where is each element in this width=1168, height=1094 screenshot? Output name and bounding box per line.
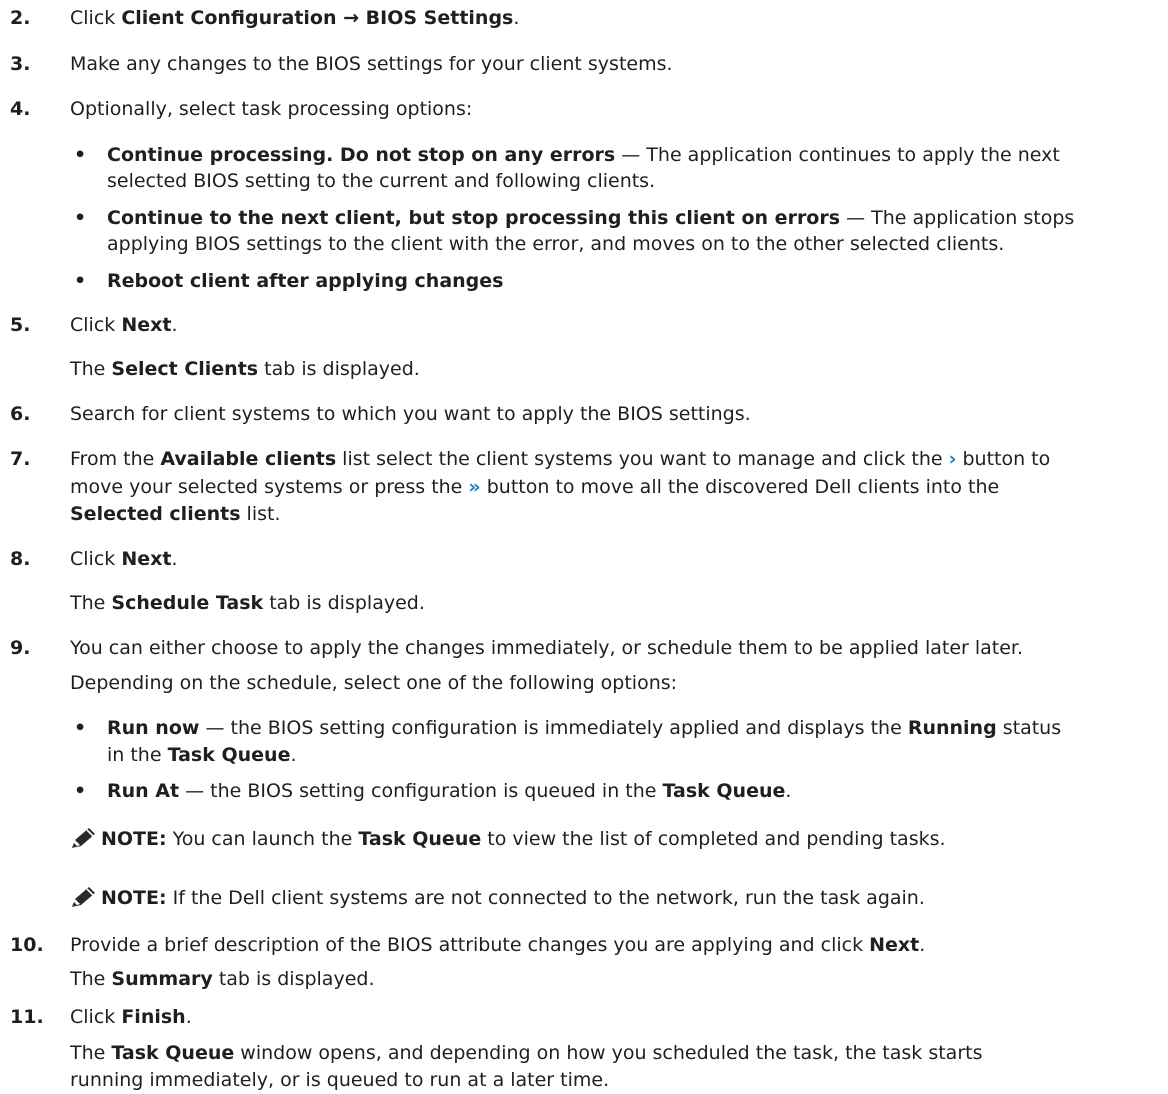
note-pencil-icon xyxy=(72,828,95,848)
step-text: Search for client systems to which you w… xyxy=(70,403,751,425)
step-number: 7. xyxy=(10,448,31,470)
bullet-icon: • xyxy=(74,780,87,802)
step-text: You can either choose to apply the chang… xyxy=(70,637,1024,659)
note-label: NOTE: xyxy=(101,887,167,909)
bullet-icon: • xyxy=(74,207,87,229)
step-number: 8. xyxy=(10,548,31,570)
document-page: 2. Click Client Configuration → BIOS Set… xyxy=(10,7,1075,1091)
step-number: 10. xyxy=(10,934,44,956)
step-number: 11. xyxy=(10,1006,44,1028)
step-text: Make any changes to the BIOS settings fo… xyxy=(70,53,673,75)
note-pencil-icon xyxy=(72,887,95,907)
bullet-icon: • xyxy=(74,270,87,292)
step-number: 9. xyxy=(10,637,31,659)
bullet-icon: • xyxy=(74,144,87,166)
double-chevron-right-icon: » xyxy=(468,476,481,498)
bullet-icon: • xyxy=(74,717,87,739)
step-number: 5. xyxy=(10,314,31,336)
step-text: Click Client Configuration → BIOS Settin… xyxy=(70,7,520,29)
step-number: 6. xyxy=(10,403,31,425)
note-label: NOTE: xyxy=(101,828,167,850)
step-number: 3. xyxy=(10,53,31,75)
step-number: 4. xyxy=(10,98,31,120)
step-text: Optionally, select task processing optio… xyxy=(70,98,473,120)
step-number: 2. xyxy=(10,7,31,29)
